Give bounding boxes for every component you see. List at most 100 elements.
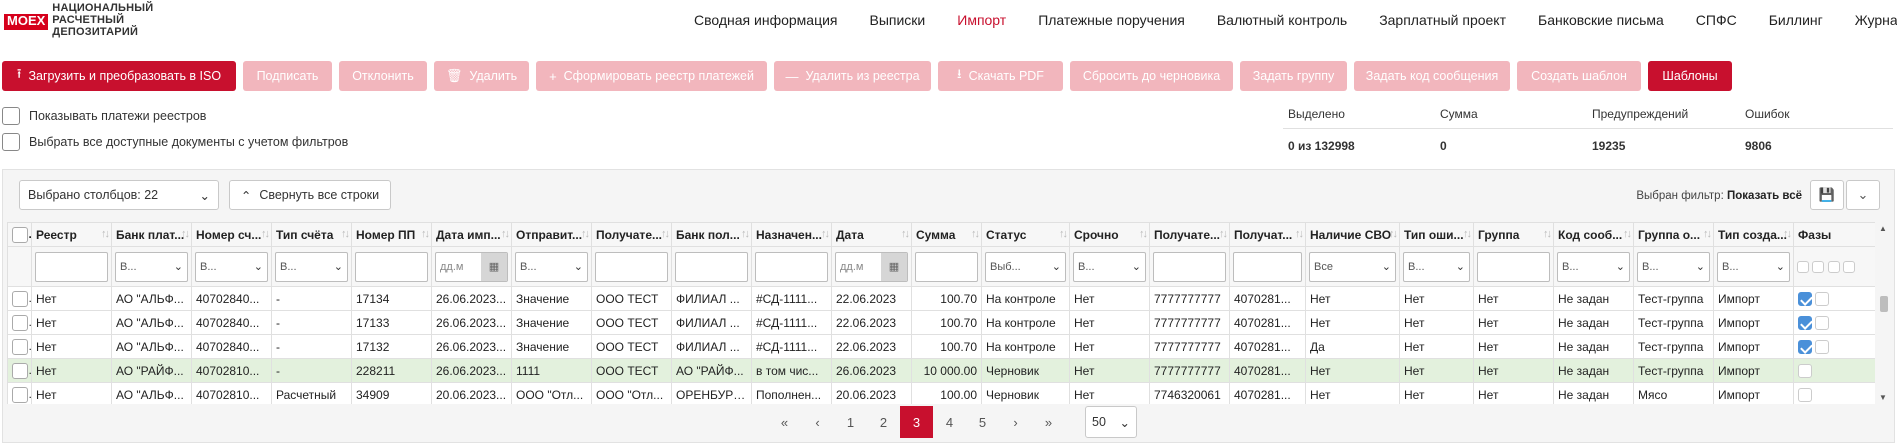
sort-icon[interactable]: ↑↓: [101, 228, 110, 240]
scrollbar-thumb[interactable]: [1880, 296, 1888, 312]
download-pdf-button[interactable]: ⭳ Скачать PDF: [938, 61, 1063, 91]
table-scrollbar[interactable]: ▲ ▼: [1877, 222, 1891, 404]
page-button[interactable]: 1: [834, 406, 867, 438]
select-filter[interactable]: Выб... ⌄: [985, 251, 1066, 282]
row-checkbox[interactable]: [12, 362, 28, 379]
select-filter[interactable]: В... ⌄: [1073, 251, 1146, 282]
select-filter[interactable]: В... ⌄: [115, 251, 188, 282]
sort-icon[interactable]: ↑↓: [181, 228, 190, 240]
nav-item[interactable]: Зарплатный проект: [1363, 12, 1522, 32]
nav-item[interactable]: Импорт: [941, 12, 1022, 32]
form-registry-button[interactable]: + Сформировать реестр платежей: [536, 61, 767, 91]
row-checkbox[interactable]: [12, 386, 28, 403]
sort-icon[interactable]: ↑↓: [661, 228, 670, 240]
select-filter[interactable]: В... ⌄: [515, 251, 588, 282]
select-all-header[interactable]: [7, 222, 32, 247]
column-header[interactable]: Назначен... ↑↓: [751, 222, 832, 247]
sort-icon[interactable]: ↑↓: [421, 228, 430, 240]
page-button[interactable]: 4: [933, 406, 966, 438]
nav-item[interactable]: Биллинг: [1753, 12, 1839, 32]
table-row[interactable]: Нет АО "АЛЬФ... 40702840... -17133 26.06.202…: [7, 310, 1875, 335]
nav-item[interactable]: Журнал: [1839, 12, 1897, 32]
sort-icon[interactable]: ↑↓: [1139, 228, 1148, 240]
table-row[interactable]: Нет АО "АЛЬФ... 40702840... -17134 26.06.202…: [7, 286, 1875, 311]
column-header[interactable]: Группа ↑↓: [1473, 222, 1554, 247]
scroll-up-icon[interactable]: ▲: [1879, 224, 1887, 233]
column-header[interactable]: Банк плат... ↑↓: [111, 222, 192, 247]
page-button[interactable]: 2: [867, 406, 900, 438]
select-filter[interactable]: В... ⌄: [275, 251, 348, 282]
date-filter[interactable]: дд.м ▦: [835, 251, 908, 282]
table-row[interactable]: Нет АО "АЛЬФ... 40702840... -17132 26.06.202…: [7, 334, 1875, 359]
nav-item[interactable]: Валютный контроль: [1201, 12, 1363, 32]
select-filter[interactable]: В... ⌄: [1717, 251, 1790, 282]
column-header[interactable]: Сумма ↑↓: [911, 222, 982, 247]
sort-icon[interactable]: ↑↓: [341, 228, 350, 240]
set-group-button[interactable]: Задать группу: [1240, 61, 1347, 91]
select-filter[interactable]: В... ⌄: [1403, 251, 1470, 282]
column-header[interactable]: Получат... ↑↓: [1229, 222, 1306, 247]
column-header[interactable]: Тип созда... ↑↓: [1713, 222, 1794, 247]
row-checkbox[interactable]: [12, 314, 28, 331]
text-filter[interactable]: [915, 251, 978, 282]
page-button[interactable]: 5: [966, 406, 999, 438]
sort-icon[interactable]: ↑↓: [821, 228, 830, 240]
text-filter[interactable]: [35, 251, 108, 282]
sort-icon[interactable]: ↑↓: [501, 228, 510, 240]
prev-page-button[interactable]: ‹: [801, 406, 834, 438]
nav-item[interactable]: Банковские письма: [1522, 12, 1680, 32]
reset-draft-button[interactable]: Сбросить до черновика: [1070, 61, 1233, 91]
nav-item[interactable]: Сводная информация: [678, 12, 854, 32]
calendar-icon[interactable]: ▦: [881, 252, 907, 281]
column-header[interactable]: Номер ПП ↑↓: [351, 222, 432, 247]
nav-item[interactable]: Выписки: [854, 12, 942, 32]
delete-button[interactable]: 🗑 Удалить: [434, 61, 529, 91]
text-filter[interactable]: [1233, 251, 1302, 282]
sort-icon[interactable]: ↑↓: [581, 228, 590, 240]
reject-button[interactable]: Отклонить: [339, 61, 427, 91]
table-row[interactable]: Нет АО "АЛЬФ... 40702810... Расчетный 34909 2…: [7, 382, 1875, 404]
sort-icon[interactable]: ↑↓: [1059, 228, 1068, 240]
calendar-icon[interactable]: ▦: [481, 252, 507, 281]
next-page-button[interactable]: ›: [999, 406, 1032, 438]
select-all-checkbox[interactable]: [12, 226, 28, 243]
table-row[interactable]: Нет АО "РАЙФ... 40702810... -228211 26.06.20…: [7, 358, 1875, 383]
set-message-code-button[interactable]: Задать код сообщения: [1354, 61, 1510, 91]
scroll-down-icon[interactable]: ▼: [1879, 393, 1887, 402]
column-header[interactable]: Фазы: [1793, 222, 1875, 247]
sort-icon[interactable]: ↑↓: [1543, 228, 1552, 240]
filter-menu-button[interactable]: ⌄: [1846, 180, 1880, 210]
text-filter[interactable]: [595, 251, 668, 282]
select-all-filtered-option[interactable]: Выбрать все доступные документы с учетом…: [2, 133, 348, 151]
column-header[interactable]: Тип оши... ↑↓: [1399, 222, 1474, 247]
column-header[interactable]: Статус ↑↓: [981, 222, 1070, 247]
date-filter[interactable]: дд.м ▦: [435, 251, 508, 282]
column-header[interactable]: Наличие СВО ↑↓: [1305, 222, 1400, 247]
active-filter-value[interactable]: Показать всё: [1727, 190, 1802, 202]
column-header[interactable]: Дата ↑↓: [831, 222, 912, 247]
text-filter[interactable]: [1153, 251, 1226, 282]
first-page-button[interactable]: «: [768, 406, 801, 438]
phase-checkbox[interactable]: [1812, 261, 1825, 274]
select-filter[interactable]: В... ⌄: [195, 251, 268, 282]
phase-checkbox[interactable]: [1797, 261, 1809, 274]
sort-icon[interactable]: ↑↓: [971, 228, 980, 240]
upload-convert-iso-button[interactable]: ⭱ Загрузить и преобразовать в ISO: [2, 61, 236, 91]
select-filter[interactable]: В... ⌄: [1637, 251, 1710, 282]
page-button[interactable]: 3: [900, 406, 933, 438]
sort-icon[interactable]: ↑↓: [1623, 228, 1632, 240]
sign-button[interactable]: Подписать: [243, 61, 332, 91]
phase-checkbox[interactable]: [1843, 261, 1856, 274]
text-filter[interactable]: [755, 251, 828, 282]
text-filter[interactable]: [355, 251, 428, 282]
column-header[interactable]: Группа о... ↑↓: [1633, 222, 1714, 247]
nav-item[interactable]: Платежные поручения: [1022, 12, 1201, 32]
text-filter[interactable]: [1477, 251, 1550, 282]
logo[interactable]: MOEX НАЦИОНАЛЬНЫЙ РАСЧЕТНЫЙ ДЕПОЗИТАРИЙ: [4, 2, 153, 42]
sort-icon[interactable]: ↑↓: [1389, 228, 1398, 240]
columns-select[interactable]: Выбрано столбцов: 22 ⌄: [19, 180, 219, 210]
column-header[interactable]: Код сооб... ↑↓: [1553, 222, 1634, 247]
column-header[interactable]: Номер сч... ↑↓: [191, 222, 272, 247]
sort-icon[interactable]: ↑↓: [1295, 228, 1304, 240]
select-filter[interactable]: В... ⌄: [1557, 251, 1630, 282]
